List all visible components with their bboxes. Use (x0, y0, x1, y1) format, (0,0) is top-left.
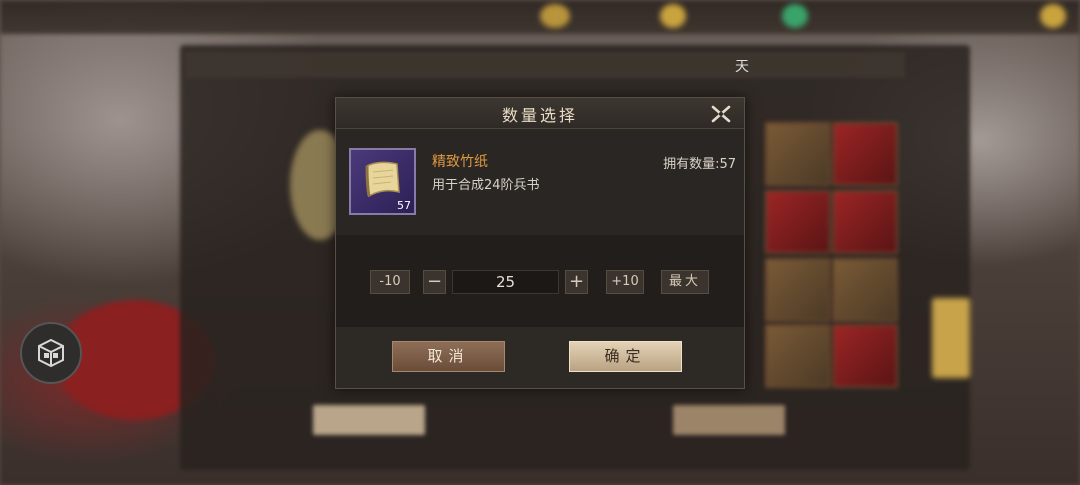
quantity-dialog: 数量选择 57 精致竹纸 用于合成24阶兵书 拥有数量:57 -10 − 25 … (335, 97, 745, 389)
item-info-area: 57 精致竹纸 用于合成24阶兵书 拥有数量:57 (336, 129, 744, 235)
side-menu-button[interactable] (20, 322, 82, 384)
quantity-input[interactable]: 25 (452, 270, 559, 294)
background-panel-title-bar (185, 52, 905, 78)
background-button (313, 405, 425, 435)
plus-button[interactable]: + (565, 270, 588, 294)
background-grid-cell (765, 190, 831, 254)
scroll-paper-icon (365, 161, 400, 198)
cancel-button[interactable]: 取消 (392, 341, 505, 372)
minus-10-button[interactable]: -10 (370, 270, 410, 294)
cube-box-icon (38, 338, 64, 368)
item-description: 用于合成24阶兵书 (432, 178, 540, 193)
item-slot[interactable]: 57 (349, 148, 416, 215)
background-grid-cell (832, 324, 898, 388)
dialog-header: 数量选择 (336, 98, 744, 129)
background-grid-cell (832, 190, 898, 254)
dialog-title: 数量选择 (501, 106, 578, 125)
plus-10-button[interactable]: +10 (606, 270, 644, 294)
background-button (673, 405, 785, 435)
item-count: 57 (397, 199, 411, 212)
background-grid-cell (765, 324, 831, 388)
close-button[interactable] (710, 103, 732, 125)
background-ornament (540, 4, 570, 28)
background-ornament (782, 4, 808, 28)
background-ornament (660, 4, 686, 28)
background-grid-cell (765, 258, 831, 322)
confirm-button[interactable]: 确定 (569, 341, 682, 372)
background-ornament (932, 298, 970, 378)
item-name: 精致竹纸 (432, 154, 488, 170)
dialog-footer: 取消 确定 (336, 327, 744, 388)
background-panel-title: 天 (735, 59, 749, 75)
background-grid-cell (832, 258, 898, 322)
background-grid-cell (765, 122, 831, 186)
background-ornament (1040, 4, 1066, 28)
background-grid-cell (832, 122, 898, 186)
minus-button[interactable]: − (423, 270, 446, 294)
max-button[interactable]: 最大 (661, 270, 709, 294)
owned-quantity: 拥有数量:57 (663, 157, 736, 172)
quantity-selector: -10 − 25 + +10 最大 (336, 235, 744, 327)
close-icon (711, 105, 731, 123)
